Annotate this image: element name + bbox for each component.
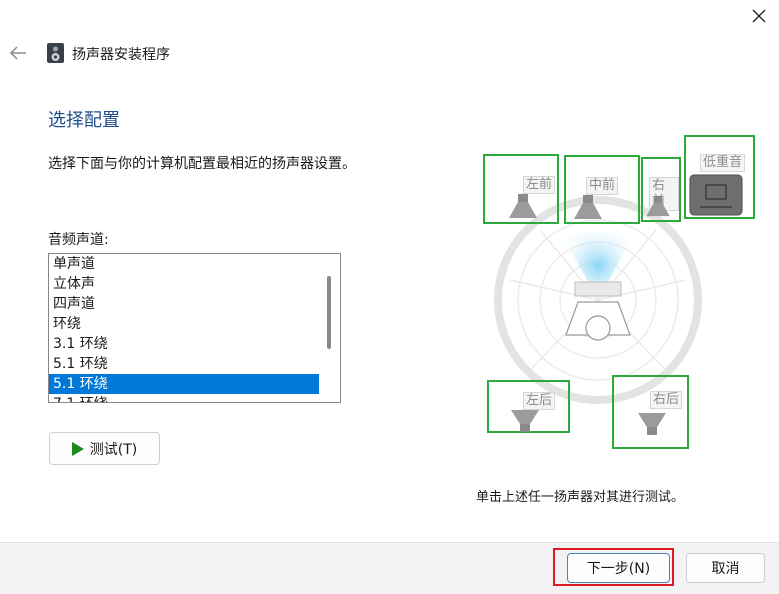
back-button[interactable]: [7, 42, 29, 64]
speaker-icon: [574, 195, 602, 219]
speaker-front-left-label: 左前: [522, 176, 555, 194]
list-item[interactable]: 5.1 环绕: [49, 354, 319, 374]
list-item[interactable]: 环绕: [49, 314, 319, 334]
speaker-icon: [509, 194, 537, 218]
list-item[interactable]: 立体声: [49, 274, 319, 294]
test-button[interactable]: 测试(T): [49, 432, 160, 465]
test-button-label: 测试(T): [89, 441, 138, 458]
speaker-layout-diagram: 左前 中前 右前 低重音: [470, 130, 770, 460]
subwoofer-icon: [689, 174, 743, 216]
list-scrollbar[interactable]: [319, 254, 340, 402]
close-button[interactable]: [738, 0, 779, 32]
list-item[interactable]: 单声道: [49, 254, 319, 274]
next-button[interactable]: 下一步(N): [567, 553, 670, 583]
audio-channels-list[interactable]: 单声道 立体声 四声道 环绕 3.1 环绕 5.1 环绕 5.1 环绕 7.1 …: [48, 253, 341, 403]
back-arrow-icon: [9, 46, 26, 60]
list-item-selected[interactable]: 5.1 环绕: [49, 374, 319, 394]
speaker-icon: [638, 413, 666, 435]
speaker-rear-left[interactable]: 左后: [487, 380, 570, 433]
speaker-front-left[interactable]: 左前: [483, 154, 559, 224]
play-icon: [71, 441, 84, 456]
speaker-center-label: 中前: [586, 177, 619, 195]
page-title: 选择配置: [48, 110, 120, 131]
close-icon: [752, 9, 765, 23]
list-item[interactable]: 3.1 环绕: [49, 334, 319, 354]
audio-channels-label: 音频声道:: [48, 232, 109, 248]
speaker-icon: [511, 410, 539, 432]
speaker-subwoofer[interactable]: 低重音: [684, 135, 755, 219]
scrollbar-thumb[interactable]: [327, 276, 331, 349]
window-title: 扬声器安装程序: [72, 47, 170, 63]
list-item[interactable]: 四声道: [49, 294, 319, 314]
cancel-button[interactable]: 取消: [686, 553, 765, 583]
speaker-setup-window: 扬声器安装程序 选择配置 选择下面与你的计算机配置最相近的扬声器设置。 音频声道…: [0, 0, 779, 594]
list-item[interactable]: 7.1 环绕: [49, 394, 319, 402]
speaker-center[interactable]: 中前: [564, 155, 640, 224]
speaker-front-right[interactable]: 右前: [641, 157, 681, 222]
page-description: 选择下面与你的计算机配置最相近的扬声器设置。: [48, 156, 356, 172]
test-instruction: 单击上述任一扬声器对其进行测试。: [476, 490, 685, 505]
speaker-subwoofer-label: 低重音: [700, 154, 746, 172]
speaker-icon: [646, 196, 670, 217]
speaker-app-icon: [47, 43, 64, 63]
speaker-rear-right[interactable]: 右后: [612, 375, 689, 449]
speaker-rear-right-label: 右后: [650, 391, 683, 409]
